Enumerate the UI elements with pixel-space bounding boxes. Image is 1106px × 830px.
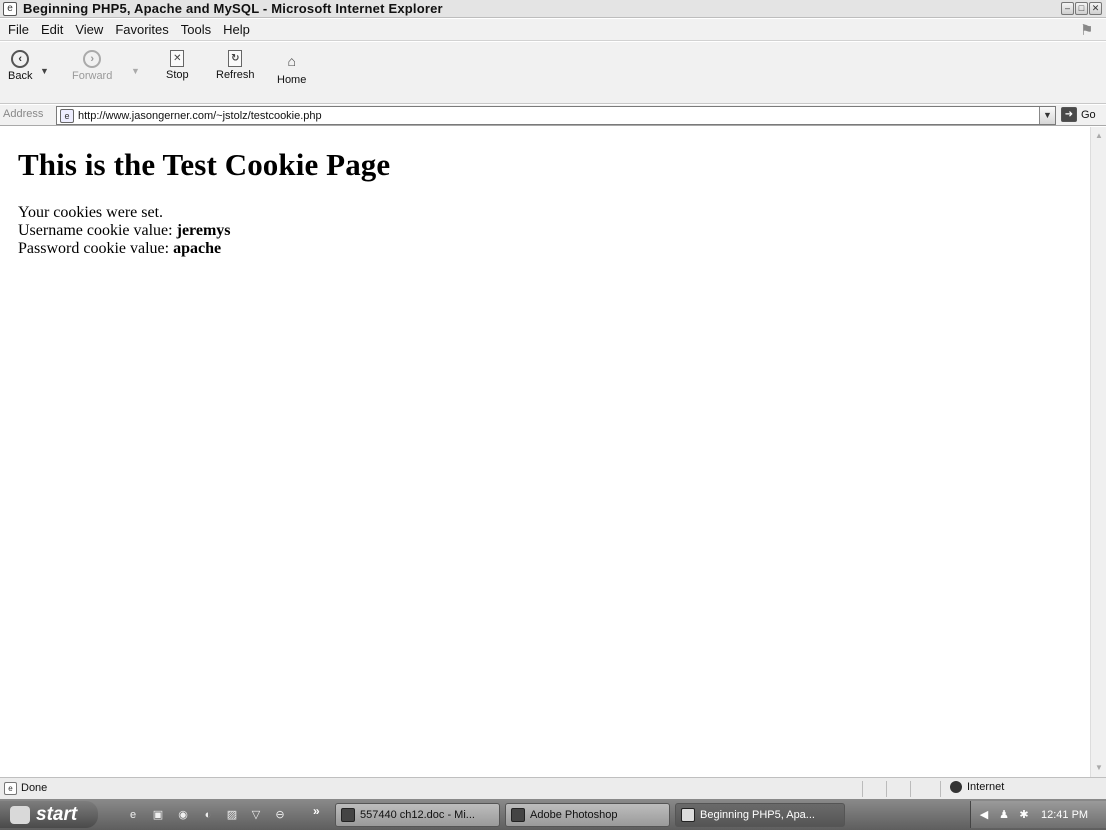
back-label: Back: [8, 70, 33, 82]
window-controls: – □ ✕: [1061, 2, 1102, 15]
taskbar-item-photoshop[interactable]: Adobe Photoshop: [505, 803, 670, 827]
taskbar-item-ie[interactable]: Beginning PHP5, Apa...: [675, 803, 845, 827]
menu-favorites[interactable]: Favorites: [109, 22, 174, 37]
menu-file[interactable]: File: [2, 22, 35, 37]
forward-label: Forward: [72, 70, 113, 82]
back-arrow-icon: ‹: [11, 50, 30, 68]
word-doc-icon: [341, 808, 355, 822]
status-bar: e Done Internet: [0, 777, 1106, 799]
status-divider: [940, 781, 941, 797]
maximize-button[interactable]: □: [1075, 2, 1088, 15]
task-label: Adobe Photoshop: [530, 809, 618, 821]
status-text: Done: [21, 782, 48, 794]
menu-edit[interactable]: Edit: [35, 22, 69, 37]
cookies-set-text: Your cookies were set.: [18, 204, 164, 221]
stop-icon: ✕: [170, 50, 185, 67]
go-label: Go: [1081, 108, 1096, 121]
address-input[interactable]: e http://www.jasongerner.com/~jstolz/tes…: [56, 106, 1056, 125]
globe-icon: [950, 781, 962, 793]
task-label: 557440 ch12.doc - Mi...: [360, 809, 475, 821]
security-zone[interactable]: Internet: [950, 781, 1004, 793]
scroll-down-icon[interactable]: ▼: [1093, 761, 1105, 775]
stop-button[interactable]: ✕ Stop: [166, 50, 189, 81]
page-content: This is the Test Cookie Page Your cookie…: [0, 127, 1090, 777]
username-label: Username cookie value:: [18, 222, 173, 239]
quicklaunch-media-icon[interactable]: ◐: [200, 807, 216, 823]
quicklaunch-explorer-icon[interactable]: ▣: [150, 807, 166, 823]
taskbar: start e ▣ ◉ ◐ ▨ ▽ ⊖ » 557440 ch12.doc - …: [0, 799, 1106, 830]
menu-tools[interactable]: Tools: [175, 22, 217, 37]
refresh-label: Refresh: [216, 69, 255, 81]
forward-dropdown-icon[interactable]: ▼: [131, 66, 140, 76]
start-label: start: [36, 803, 78, 825]
password-label: Password cookie value:: [18, 240, 170, 257]
close-button[interactable]: ✕: [1089, 2, 1102, 15]
ie-task-icon: [681, 808, 695, 822]
quicklaunch-paint-icon[interactable]: ▨: [224, 807, 240, 823]
start-button[interactable]: start: [0, 801, 98, 828]
username-value: jeremys: [176, 222, 231, 239]
address-bar: Address e http://www.jasongerner.com/~js…: [0, 105, 1106, 126]
status-divider: [910, 781, 911, 797]
forward-button[interactable]: › Forward: [72, 50, 112, 82]
status-divider: [862, 781, 863, 797]
back-dropdown-icon[interactable]: ▼: [40, 66, 49, 76]
tray-expand-icon[interactable]: ◀: [977, 808, 991, 822]
back-button[interactable]: ‹ Back: [8, 50, 32, 82]
menu-bar: File Edit View Favorites Tools Help: [0, 19, 1106, 41]
status-page-icon: e: [4, 782, 17, 795]
tray-network-icon[interactable]: ✱: [1017, 808, 1031, 822]
username-line: Username cookie value: jeremys: [18, 222, 1090, 240]
password-line: Password cookie value: apache: [18, 240, 1090, 258]
menu-help[interactable]: Help: [217, 22, 256, 37]
page-heading: This is the Test Cookie Page: [18, 147, 391, 182]
tray-user-icon[interactable]: ♟: [997, 808, 1011, 822]
vertical-scrollbar[interactable]: ▲ ▼: [1090, 127, 1106, 777]
photoshop-icon: [511, 808, 525, 822]
go-arrow-icon: ➜: [1061, 107, 1077, 122]
go-button[interactable]: ➜ Go: [1061, 107, 1096, 122]
address-url[interactable]: http://www.jasongerner.com/~jstolz/testc…: [78, 110, 322, 122]
password-value: apache: [173, 240, 222, 257]
refresh-icon: ↻: [228, 50, 243, 67]
windows-flag-icon: [10, 805, 30, 824]
zone-label: Internet: [967, 781, 1005, 793]
windows-logo-icon: ⚑: [1074, 20, 1100, 40]
home-label: Home: [277, 74, 307, 86]
quicklaunch-app-icon[interactable]: ⊖: [272, 807, 288, 823]
home-button[interactable]: ⌂ Home: [277, 50, 306, 86]
quicklaunch-more-icon[interactable]: »: [313, 804, 320, 818]
window-title: Beginning PHP5, Apache and MySQL - Micro…: [23, 1, 443, 16]
taskbar-item-word[interactable]: 557440 ch12.doc - Mi...: [335, 803, 500, 827]
scroll-up-icon[interactable]: ▲: [1093, 129, 1105, 143]
refresh-button[interactable]: ↻ Refresh: [216, 50, 255, 81]
system-tray: ◀ ♟ ✱ 12:41 PM: [970, 801, 1106, 828]
quicklaunch-ie-icon[interactable]: e: [125, 807, 141, 823]
ie-icon[interactable]: e: [3, 1, 17, 16]
minimize-button[interactable]: –: [1061, 2, 1074, 15]
status-divider: [886, 781, 887, 797]
toolbar: ‹ Back ▼ › Forward ▼ ✕ Stop ↻ Refresh ⌂ …: [0, 42, 1106, 104]
stop-label: Stop: [166, 69, 189, 81]
title-bar: e Beginning PHP5, Apache and MySQL - Mic…: [0, 0, 1106, 18]
forward-arrow-icon: ›: [83, 50, 102, 68]
menu-view[interactable]: View: [69, 22, 109, 37]
clock[interactable]: 12:41 PM: [1041, 809, 1088, 821]
home-icon: ⌂: [287, 53, 296, 69]
page-icon: e: [60, 108, 74, 123]
task-label: Beginning PHP5, Apa...: [700, 809, 815, 821]
address-label: Address: [3, 108, 44, 120]
quicklaunch-browser-icon[interactable]: ◉: [175, 807, 191, 823]
quicklaunch-filter-icon[interactable]: ▽: [248, 807, 264, 823]
address-dropdown-icon[interactable]: ▼: [1039, 107, 1055, 124]
